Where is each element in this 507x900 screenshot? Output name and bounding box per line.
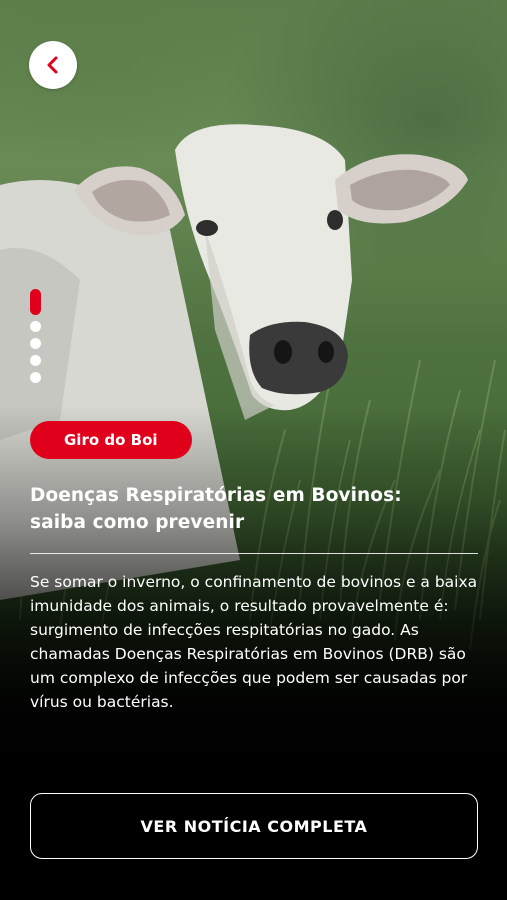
article-title-line: Doenças Respiratórias em Bovinos: bbox=[30, 485, 402, 506]
source-tag: Giro do Boi bbox=[30, 421, 192, 459]
article-summary: Se somar o inverno, o confinamento de bo… bbox=[30, 573, 478, 711]
article-title: Doenças Respiratórias em Bovinos: saiba … bbox=[30, 482, 480, 536]
pagination-dot[interactable] bbox=[29, 321, 41, 332]
chevron-left-icon bbox=[47, 56, 58, 74]
pagination-dot[interactable] bbox=[29, 338, 41, 349]
news-story-screen: Giro do Boi Doenças Respiratórias em Bov… bbox=[0, 0, 507, 900]
pagination-dot[interactable] bbox=[29, 355, 41, 366]
read-full-article-button[interactable]: VER NOTÍCIA COMPLETA bbox=[30, 793, 478, 859]
back-button[interactable] bbox=[29, 41, 77, 89]
story-pagination bbox=[29, 289, 41, 389]
pagination-dot[interactable] bbox=[29, 372, 41, 383]
divider bbox=[30, 553, 478, 554]
pagination-dot-active[interactable] bbox=[29, 289, 41, 315]
article-title-line: saiba como prevenir bbox=[30, 512, 245, 533]
